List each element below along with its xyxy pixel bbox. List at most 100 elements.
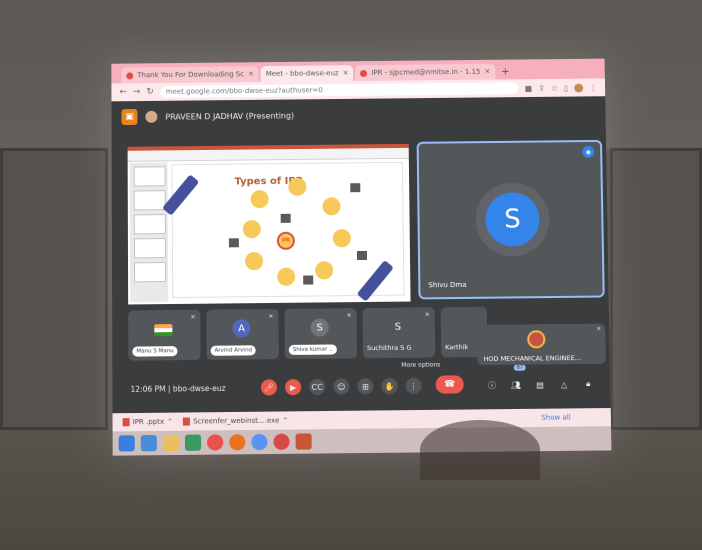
slide-thumbnail (134, 262, 167, 283)
close-icon[interactable]: ✕ (248, 70, 254, 78)
mic-off-icon: ✕ (596, 325, 602, 333)
host-controls-button[interactable]: 🔒︎ (580, 376, 596, 392)
firefox-icon[interactable] (229, 434, 246, 451)
menu-dots-icon[interactable]: ⋮ (589, 83, 597, 92)
participant-name: Manu S Manu (132, 346, 178, 357)
participant-tile-hod[interactable]: ✕ HOD MECHANICAL ENGINEE... (476, 323, 606, 366)
show-all-link[interactable]: Show all (541, 413, 571, 421)
back-arrow-icon[interactable]: ← (119, 87, 127, 97)
meet-control-bar: 12:06 PM | bbo-dwse-euz 🎤︎ ▶ CC ☺ ⊞ ✋ ⋮ … (112, 364, 610, 405)
opera-icon[interactable] (207, 434, 224, 451)
slide-bubble (315, 261, 334, 280)
download-name: IPR .pptx (132, 417, 165, 427)
present-icon[interactable]: ▣ (121, 109, 138, 126)
avatar: S (394, 321, 402, 333)
presenting-label: PRAVEEN D JADHAV (Presenting) (165, 110, 295, 122)
close-icon[interactable]: ✕ (343, 69, 349, 77)
slide-thumbnails (129, 162, 169, 303)
meet-window: ▣ PRAVEEN D JADHAV (Presenting) Types of… (111, 96, 611, 414)
flag-avatar (154, 324, 173, 337)
chevron-up-icon[interactable]: ⌃ (282, 416, 288, 424)
download-item[interactable]: Screenfer_webinst....exe ⌃ (183, 416, 288, 426)
pptx-file-icon (122, 418, 130, 427)
tab-label: IPR - sjpcmed@nmitse.in - 1.15 (371, 67, 481, 77)
file-explorer-icon[interactable] (162, 434, 179, 452)
mic-off-icon: ✕ (346, 312, 352, 320)
slide-bubble (288, 177, 307, 196)
chevron-up-icon[interactable]: ⌃ (167, 418, 173, 426)
windows-start-icon[interactable] (118, 435, 135, 452)
hand-shadow (420, 420, 540, 480)
college-emblem (527, 330, 546, 349)
close-icon[interactable]: ✕ (484, 68, 490, 76)
more-options-button[interactable]: ⋮ (405, 377, 422, 395)
slide-image (280, 213, 291, 223)
slide-center-label: IPR (281, 237, 290, 244)
speaking-indicator-icon: ◉ (582, 145, 595, 158)
profile-avatar[interactable] (574, 83, 584, 93)
sidepanel-icon[interactable]: ▯ (564, 83, 569, 92)
end-call-button[interactable]: ☎ (435, 375, 464, 394)
slide-image (228, 238, 239, 248)
participant-tile[interactable]: ✕ S Shiva kumar .. (284, 308, 358, 360)
download-item[interactable]: IPR .pptx ⌃ (122, 417, 173, 427)
star-icon[interactable]: ☆ (551, 83, 558, 92)
download-name: Screenfer_webinst....exe (193, 416, 280, 426)
slide-image (303, 275, 314, 285)
participant-name: Arvind Arvind (210, 345, 257, 356)
share-icon[interactable]: ⇪ (538, 83, 545, 92)
participant-name: Karthik (445, 343, 469, 352)
participant-tile[interactable]: ✕ S Suchithra S G (362, 307, 436, 359)
mic-off-icon: ✕ (424, 311, 430, 319)
avatar: S (310, 318, 329, 337)
projected-screen: Thank You For Downloading Sc ✕ Meet - bb… (111, 58, 612, 456)
activities-button[interactable]: △ (556, 376, 572, 392)
raise-hand-button[interactable]: ✋ (381, 378, 398, 395)
participant-name: Shiva kumar .. (288, 344, 337, 355)
powerpoint-icon[interactable] (295, 433, 312, 450)
right-board (610, 148, 702, 430)
forward-arrow-icon[interactable]: → (133, 87, 141, 97)
reload-icon[interactable]: ↻ (146, 87, 154, 97)
participant-count-badge: 87 (513, 364, 527, 371)
main-participant-tile[interactable]: ◉ S Shivu Dma (416, 139, 605, 300)
camera-off-button[interactable]: ▶ (285, 379, 302, 396)
browser-tab[interactable]: Thank You For Downloading Sc ✕ (121, 66, 259, 84)
mic-off-button[interactable]: 🎤︎ (260, 379, 278, 396)
edge-icon[interactable] (140, 434, 157, 452)
people-button[interactable]: 👥︎ (508, 377, 524, 393)
captions-button[interactable]: CC (309, 378, 326, 396)
recorder-icon[interactable] (273, 433, 290, 450)
tab-label: Meet - bbo-dwse-euz (265, 69, 339, 78)
slide-thumbnail (133, 238, 166, 259)
slide-thumbnail (133, 214, 166, 235)
slide-bubble (250, 190, 269, 209)
participant-name: HOD MECHANICAL ENGINEE... (483, 353, 582, 364)
slide-image (350, 183, 361, 193)
chat-button[interactable]: ▤ (532, 376, 548, 392)
participant-tile[interactable]: ✕ A Arvind Arvind (206, 308, 279, 360)
slide-bubble (322, 197, 341, 216)
participant-tile[interactable]: ✕ Manu S Manu (128, 309, 201, 361)
present-button[interactable]: ⊞ (357, 378, 374, 395)
url-field[interactable]: meet.google.com/bbo-dwse-euz?authuser=0 (159, 82, 519, 98)
participant-name: Shivu Dma (428, 280, 467, 290)
chrome-icon[interactable] (251, 433, 268, 451)
left-board (0, 148, 108, 430)
mic-off-icon: ✕ (190, 313, 196, 321)
emoji-button[interactable]: ☺ (333, 378, 350, 395)
browser-tab-active[interactable]: Meet - bbo-dwse-euz ✕ (111, 65, 354, 109)
camera-icon[interactable]: ■ (525, 84, 533, 93)
slide-bubble (242, 220, 261, 239)
participant-name: Suchithra S G (366, 343, 412, 353)
slide-bubble (332, 229, 351, 248)
slide-bubble (244, 252, 264, 271)
new-tab-button[interactable]: + (501, 67, 510, 78)
browser-tab[interactable]: IPR - sjpcmed@nmitse.in - 1.15 ✕ (355, 63, 496, 81)
info-button[interactable]: ⓘ (484, 377, 500, 393)
excel-icon[interactable] (184, 434, 202, 451)
exe-file-icon (183, 417, 191, 426)
slide-thumbnail (133, 190, 166, 211)
presenter-bar: ▣ PRAVEEN D JADHAV (Presenting) (121, 105, 294, 127)
slide-canvas: Types of IPR IPR (162, 161, 405, 302)
